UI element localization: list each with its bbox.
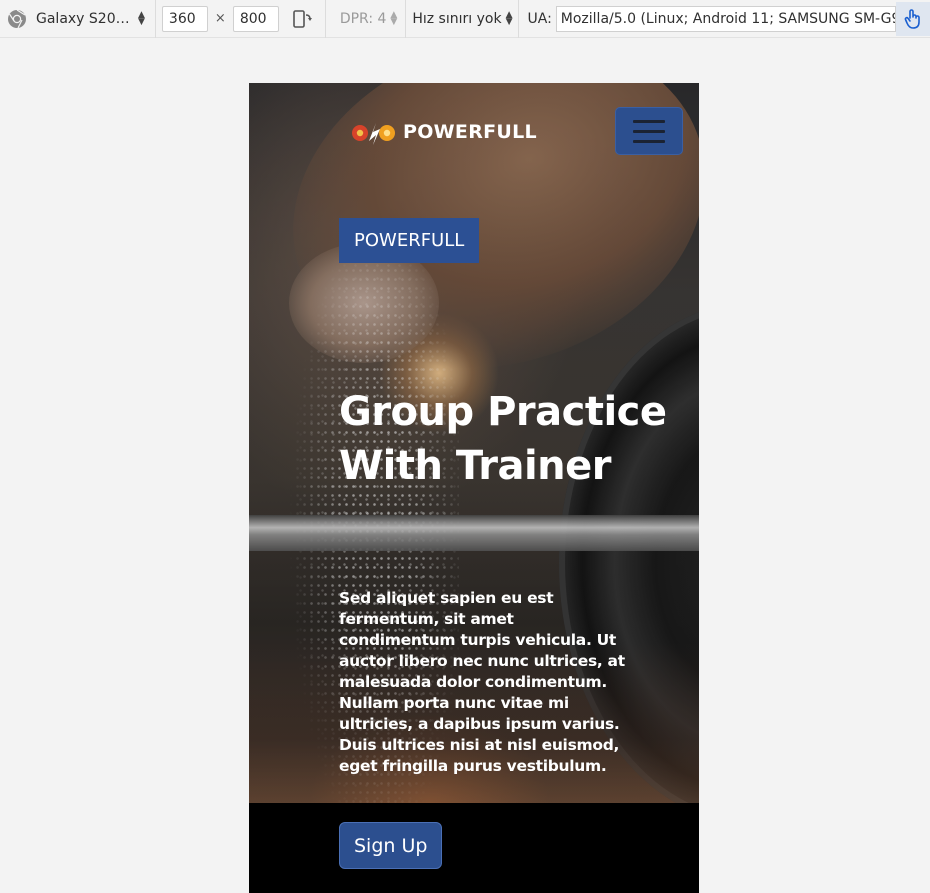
hero-badge: POWERFULL bbox=[339, 218, 480, 263]
height-input[interactable]: 800 bbox=[232, 5, 279, 32]
dimension-separator: × bbox=[214, 11, 226, 26]
chrome-icon bbox=[8, 8, 26, 28]
device-viewport: POWERFULL POWERFULL Group Practice With … bbox=[249, 83, 699, 893]
width-input[interactable]: 360 bbox=[161, 5, 208, 32]
ua-label: UA: bbox=[527, 10, 552, 27]
hero-description: Sed aliquet sapien eu est fermentum, sit… bbox=[339, 589, 625, 775]
touch-icon bbox=[904, 9, 920, 29]
device-toolbar: Galaxy S20 A... ▲ ▼ 360 × 800 DPR: 4 ▲ ▼ H… bbox=[0, 0, 930, 38]
hero-title: Group Practice With Trainer bbox=[339, 389, 667, 489]
site-logo[interactable]: POWERFULL bbox=[349, 117, 537, 147]
dpr-selector[interactable]: DPR: 4 ▲ ▼ bbox=[326, 0, 407, 38]
logo-icon bbox=[352, 123, 395, 145]
hamburger-menu-icon bbox=[633, 119, 665, 123]
select-arrows-icon: ▲ ▼ bbox=[505, 9, 513, 27]
touch-toggle-button[interactable] bbox=[896, 2, 930, 36]
dpr-label: DPR: 4 bbox=[339, 10, 387, 27]
select-arrows-icon: ▲ ▼ bbox=[390, 9, 398, 27]
logo-text: POWERFULL bbox=[403, 121, 537, 143]
hamburger-menu-button[interactable] bbox=[615, 107, 683, 155]
throttle-label: Hız sınırı yok bbox=[412, 10, 502, 27]
dimensions-group: 360 × 800 bbox=[156, 0, 326, 38]
rotate-device-icon[interactable] bbox=[291, 8, 313, 30]
throttle-selector[interactable]: Hız sınırı yok ▲ ▼ bbox=[406, 0, 520, 38]
device-name: Galaxy S20 A... bbox=[36, 10, 134, 27]
user-agent-input[interactable]: Mozilla/5.0 (Linux; Android 11; SAMSUNG … bbox=[555, 5, 896, 32]
user-agent-group: UA: Mozilla/5.0 (Linux; Android 11; SAMS… bbox=[519, 0, 896, 38]
device-selector[interactable]: Galaxy S20 A... ▲ ▼ bbox=[0, 0, 156, 38]
sign-up-button[interactable]: Sign Up bbox=[339, 822, 443, 869]
select-arrows-icon: ▲ ▼ bbox=[138, 9, 145, 27]
